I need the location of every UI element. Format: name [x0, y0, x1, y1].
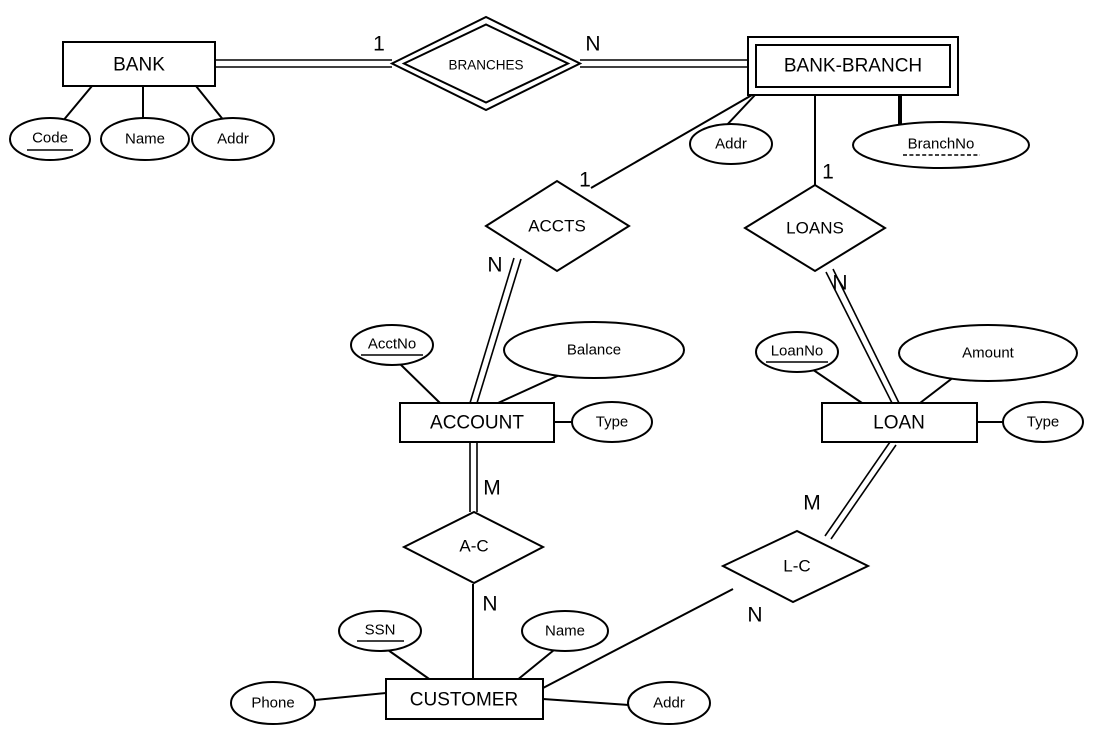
attribute-loan-loanno-label: LoanNo [771, 343, 824, 360]
cardinality-branches-1: 1 [373, 33, 385, 56]
cardinality-ac-n: N [482, 593, 497, 616]
attribute-loan-loanno[interactable]: LoanNo [755, 331, 839, 373]
attribute-account-balance[interactable]: Balance [503, 321, 685, 379]
connector-loan-lc [824, 441, 897, 540]
cardinality-accts-n: N [487, 254, 502, 277]
entity-customer-label: CUSTOMER [410, 690, 518, 711]
connector-bankbranch-attributes [723, 94, 902, 129]
relationship-branches-label: BRANCHES [448, 58, 523, 73]
attribute-bank-name-label: Name [125, 131, 165, 148]
attribute-account-balance-label: Balance [567, 342, 621, 359]
connector-bank-branches [215, 59, 392, 68]
entity-account-label: ACCOUNT [430, 413, 524, 434]
connector-branches-bankbranch [580, 59, 748, 68]
attribute-loan-amount[interactable]: Amount [898, 324, 1078, 382]
entity-bank-branch[interactable]: BANK-BRANCH [747, 36, 959, 96]
attribute-customer-ssn[interactable]: SSN [338, 610, 422, 652]
relationship-branches[interactable]: BRANCHES [389, 15, 583, 112]
cardinality-ac-m: M [483, 477, 501, 500]
attribute-bank-name[interactable]: Name [100, 117, 190, 161]
attribute-customer-phone-label: Phone [251, 695, 294, 712]
attribute-bank-code[interactable]: Code [9, 117, 91, 161]
cardinality-loans-n: N [832, 272, 847, 295]
attribute-account-acctno-label: AcctNo [368, 336, 416, 353]
attribute-bank-branch-branchno-label: BranchNo [908, 136, 975, 153]
attribute-customer-addr-label: Addr [653, 695, 685, 712]
attribute-bank-branch-addr[interactable]: Addr [689, 123, 773, 165]
attribute-loan-type[interactable]: Type [1002, 401, 1084, 443]
attribute-customer-addr[interactable]: Addr [627, 681, 711, 725]
relationship-l-c-label: L-C [783, 557, 810, 576]
attribute-account-acctno[interactable]: AcctNo [350, 324, 434, 366]
attribute-loan-amount-label: Amount [962, 345, 1015, 362]
cardinality-lc-m: M [803, 492, 821, 515]
attribute-bank-branch-addr-label: Addr [715, 136, 747, 153]
attribute-loan-type-label: Type [1027, 414, 1060, 431]
attribute-account-type-label: Type [596, 414, 629, 431]
cardinality-branches-n: N [585, 33, 600, 56]
cardinality-accts-1: 1 [579, 169, 591, 192]
relationship-loans-label: LOANS [786, 219, 844, 238]
entity-loan-label: LOAN [873, 413, 925, 434]
entity-customer[interactable]: CUSTOMER [385, 678, 544, 720]
connector-accts-account [469, 257, 522, 404]
entity-loan[interactable]: LOAN [821, 402, 978, 443]
relationship-loans[interactable]: LOANS [743, 183, 887, 273]
relationship-a-c-label: A-C [459, 537, 488, 556]
connector-account-ac [469, 442, 478, 512]
attribute-customer-name-label: Name [545, 623, 585, 640]
attribute-bank-branch-branchno[interactable]: BranchNo [852, 121, 1030, 169]
entity-bank[interactable]: BANK [62, 41, 216, 87]
entity-account[interactable]: ACCOUNT [399, 402, 555, 443]
cardinality-lc-n: N [747, 604, 762, 627]
cardinality-loans-1: 1 [822, 161, 834, 184]
relationship-accts-label: ACCTS [528, 217, 586, 236]
entity-bank-label: BANK [113, 55, 165, 76]
attribute-customer-name[interactable]: Name [521, 610, 609, 652]
attribute-customer-ssn-label: SSN [365, 622, 396, 639]
attribute-bank-code-label: Code [32, 130, 68, 147]
attribute-bank-addr-label: Addr [217, 131, 249, 148]
relationship-l-c[interactable]: L-C [720, 529, 871, 604]
attribute-customer-phone[interactable]: Phone [230, 681, 316, 725]
attribute-account-type[interactable]: Type [571, 401, 653, 443]
attribute-bank-addr[interactable]: Addr [191, 117, 275, 161]
connector-bank-attributes [61, 85, 226, 123]
er-diagram-canvas: BANK Code Name Addr BRANCHES 1 N BANK-BR… [0, 0, 1097, 732]
entity-bank-branch-label: BANK-BRANCH [784, 56, 922, 77]
relationship-accts[interactable]: ACCTS [484, 179, 631, 273]
relationship-a-c[interactable]: A-C [401, 510, 546, 585]
